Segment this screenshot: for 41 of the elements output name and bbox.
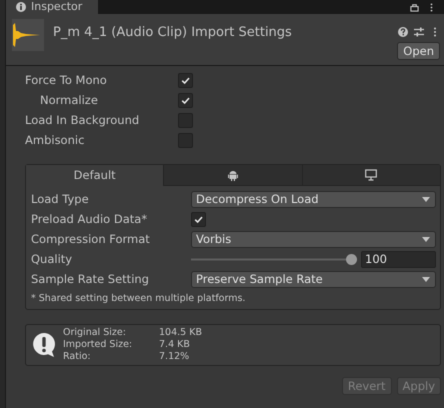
checkbox[interactable] (178, 132, 193, 148)
checkbox[interactable] (191, 212, 206, 226)
option-label: Ambisonic (25, 133, 86, 147)
setting-label: Sample Rate Setting (31, 272, 150, 286)
option-label: Load In Background (25, 113, 140, 127)
platform-tab[interactable] (163, 165, 302, 186)
platform-tab[interactable]: Default (26, 165, 164, 186)
caret-icon (422, 236, 430, 242)
exclamation-icon (32, 332, 56, 358)
info-value: 7.4 KB (159, 339, 191, 351)
settings-icon[interactable] (414, 27, 424, 37)
open-button[interactable]: Open (397, 42, 440, 60)
audio-clip-icon (12, 19, 44, 51)
setting-label: Quality (31, 252, 74, 266)
help-icon[interactable] (398, 27, 408, 37)
note-text: * Shared setting between multiple platforms. (31, 293, 246, 304)
number-field[interactable]: 100 (361, 250, 436, 268)
info-value: 104.5 KB (159, 327, 202, 339)
info-icon (16, 2, 26, 12)
window-title: P_m 4_1 (Audio Clip) Import Settings (53, 25, 292, 42)
monitor-icon (365, 169, 378, 181)
android-icon (226, 169, 239, 181)
inspector-tab[interactable]: Inspector (6, 0, 98, 14)
setting-label: Compression Format (31, 232, 151, 246)
caret-icon (422, 196, 430, 202)
dropdown[interactable]: Vorbis (191, 230, 436, 248)
info-label: Ratio: (63, 351, 92, 363)
checkbox[interactable] (178, 92, 193, 108)
info-label: Original Size: (63, 327, 127, 339)
info-value: 7.12% (159, 351, 190, 363)
dropdown[interactable]: Decompress On Load (191, 190, 436, 208)
option-label: Normalize (39, 93, 99, 107)
option-label: Force To Mono (25, 73, 108, 87)
checkbox[interactable] (178, 112, 193, 128)
setting-label: Preload Audio Data* (31, 212, 148, 226)
dropdown[interactable]: Preserve Sample Rate (191, 270, 436, 288)
slider-thumb[interactable] (346, 254, 357, 264)
checkbox[interactable] (178, 72, 193, 88)
info-label: Imported Size: (63, 339, 134, 351)
setting-label: Load Type (31, 192, 90, 206)
caret-icon (422, 276, 430, 282)
